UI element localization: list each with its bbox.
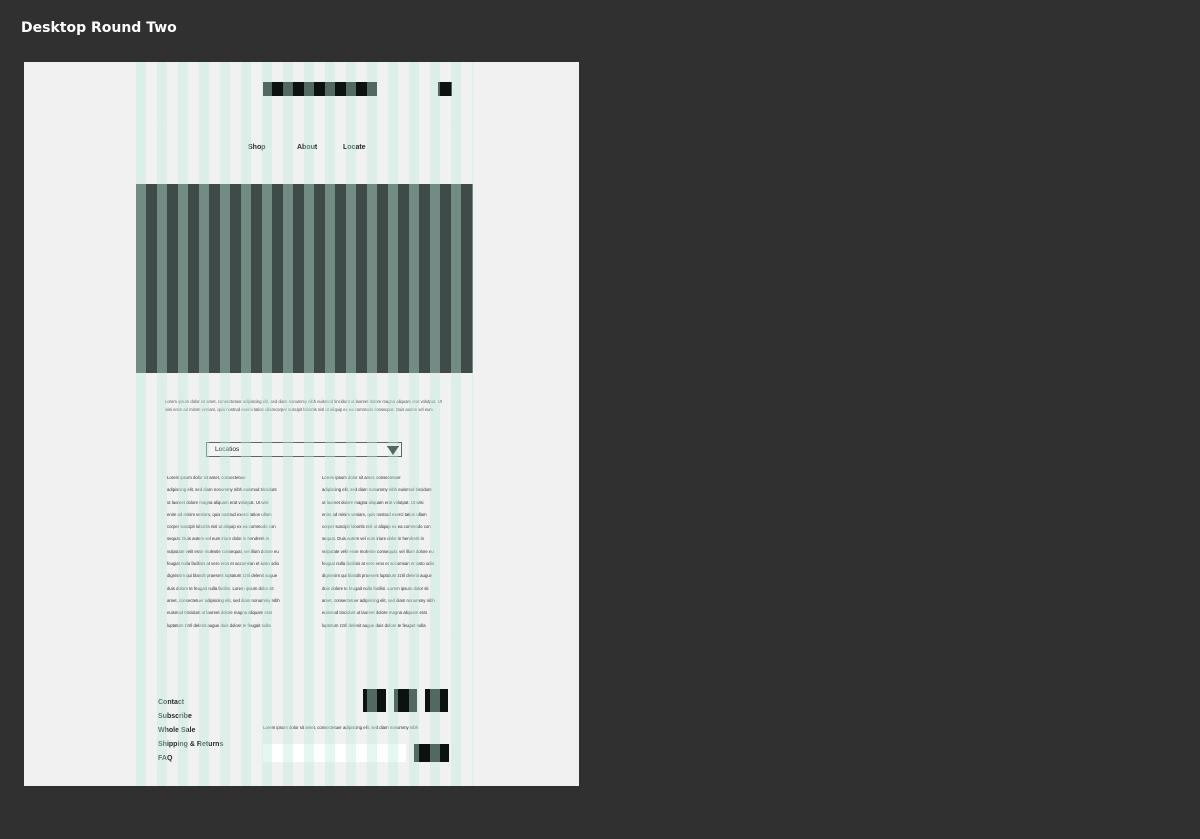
column-line: dignissim qui blandit praesent luptatum … bbox=[322, 573, 433, 579]
chevron-down-icon bbox=[387, 446, 399, 455]
nav-item-shop[interactable]: Shop bbox=[248, 144, 266, 151]
footer-link-subscribe[interactable]: Subscribe bbox=[158, 710, 223, 724]
column-line: luptatum zzril delenit augue duis dolore… bbox=[322, 622, 426, 628]
intro-text: Lorem ipsum dolor sit amet, consectetuer… bbox=[165, 399, 442, 412]
column-line: feugiat nulla facilisis at vero eros et … bbox=[322, 561, 435, 567]
logo-placeholder[interactable] bbox=[263, 82, 377, 96]
hero-image bbox=[136, 184, 473, 373]
footer-links: Contact Subscribe Whole Sale Shipping & … bbox=[158, 696, 223, 766]
column-line: amet, consectetuer adipiscing elit, sed … bbox=[167, 597, 280, 603]
column-line: euismod tincidunt ut laoreet dolore magn… bbox=[322, 610, 427, 616]
footer-link-contact[interactable]: Contact bbox=[158, 696, 223, 710]
cart-icon[interactable] bbox=[438, 82, 452, 96]
column-line: adipiscing elit, sed diam nonummy nibh e… bbox=[167, 487, 277, 493]
footer-link-shipping-returns[interactable]: Shipping & Returns bbox=[158, 738, 223, 752]
column-line: luptatum zzril delenit augue duis dolore… bbox=[167, 622, 271, 628]
nav-item-locate[interactable]: Locate bbox=[343, 144, 366, 151]
column-line: Lorem ipsum dolor sit amet, consectetuer bbox=[322, 475, 401, 480]
social-icon[interactable] bbox=[425, 689, 448, 712]
column-line: ut laoreet dolore magna aliquam erat vol… bbox=[167, 499, 269, 505]
column-line: ut laoreet dolore magna aliquam erat vol… bbox=[322, 499, 424, 505]
column-line: feugiat nulla facilisis at vero eros et … bbox=[167, 561, 280, 567]
column-line: vulputate velit esse molestie consequat,… bbox=[167, 548, 279, 554]
footer-link-wholesale[interactable]: Whole Sale bbox=[158, 724, 223, 738]
column-line: corper suscipit lobortis nisl ut aliquip… bbox=[167, 524, 276, 530]
artboard: Shop About Locate Lorem ipsum dolor sit … bbox=[24, 62, 579, 786]
location-column-left: Lorem ipsum dolor sit amet, consectetuer… bbox=[167, 472, 283, 632]
column-line: corper suscipit lobortis nisl ut aliquip… bbox=[322, 524, 431, 530]
column-line: sequat. Duis autem vel eum iriure dolor … bbox=[322, 536, 424, 542]
column-line: euismod tincidunt ut laoreet dolore magn… bbox=[167, 610, 272, 616]
column-line: enim ad minim veniam, quis nostrud exerc… bbox=[322, 511, 427, 517]
column-line: Lorem ipsum dolor sit amet, consectetuer bbox=[167, 475, 246, 480]
footer-link-faq[interactable]: FAQ bbox=[158, 752, 223, 766]
layout-grid-overlay bbox=[136, 62, 473, 786]
column-line: duis dolore te feugait nulla facilisi. L… bbox=[167, 585, 274, 591]
location-column-right: Lorem ipsum dolor sit amet, consectetuer… bbox=[322, 472, 438, 632]
column-line: duis dolore te feugait nulla facilisi. L… bbox=[322, 585, 429, 591]
location-dropdown[interactable]: Locatios bbox=[206, 442, 402, 457]
newsletter-text: Lorem ipsum dolor sit amet, consectetuer… bbox=[263, 725, 419, 730]
column-line: sequat. Duis autem vel eum iriure dolor … bbox=[167, 536, 269, 542]
column-line: enim ad minim veniam, quis nostrud exerc… bbox=[167, 511, 272, 517]
location-dropdown-label: Locatios bbox=[215, 446, 240, 453]
social-icon[interactable] bbox=[363, 689, 386, 712]
column-line: adipiscing elit, sed diam nonummy nibh e… bbox=[322, 487, 432, 493]
column-line: vulputate velit esse molestie consequat,… bbox=[322, 548, 434, 554]
subscribe-button[interactable] bbox=[414, 744, 449, 762]
column-line: dignissim qui blandit praesent luptatum … bbox=[167, 573, 278, 579]
artboard-title: Desktop Round Two bbox=[21, 20, 177, 36]
nav-item-about[interactable]: About bbox=[297, 144, 317, 151]
email-field[interactable] bbox=[263, 744, 406, 762]
social-icon[interactable] bbox=[394, 689, 417, 712]
column-line: amet, consectetuer adipiscing elit, sed … bbox=[322, 597, 435, 603]
